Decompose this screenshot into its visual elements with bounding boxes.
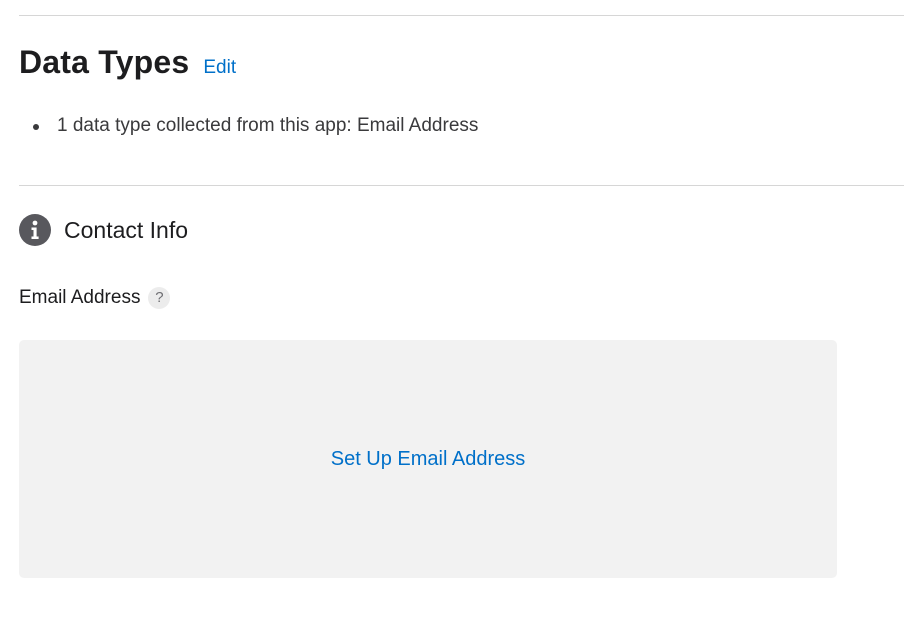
- field-email-address: Email Address ?: [19, 284, 171, 312]
- edit-link[interactable]: Edit: [203, 57, 236, 79]
- setup-email-link[interactable]: Set Up Email Address: [331, 448, 526, 471]
- section-title: Data Types: [19, 44, 190, 80]
- category-contact-info: Contact Info: [19, 212, 188, 248]
- help-icon[interactable]: ?: [148, 287, 171, 309]
- data-types-header: Data Types Edit: [19, 40, 236, 84]
- section-divider: [19, 185, 904, 186]
- category-label: Contact Info: [64, 217, 189, 243]
- field-label: Email Address: [19, 287, 141, 308]
- top-divider: [19, 15, 904, 16]
- summary-item: 1 data type collected from this app: Ema…: [32, 112, 478, 140]
- info-icon: [19, 214, 51, 246]
- summary-list: 1 data type collected from this app: Ema…: [19, 112, 478, 140]
- setup-panel: Set Up Email Address: [19, 340, 837, 578]
